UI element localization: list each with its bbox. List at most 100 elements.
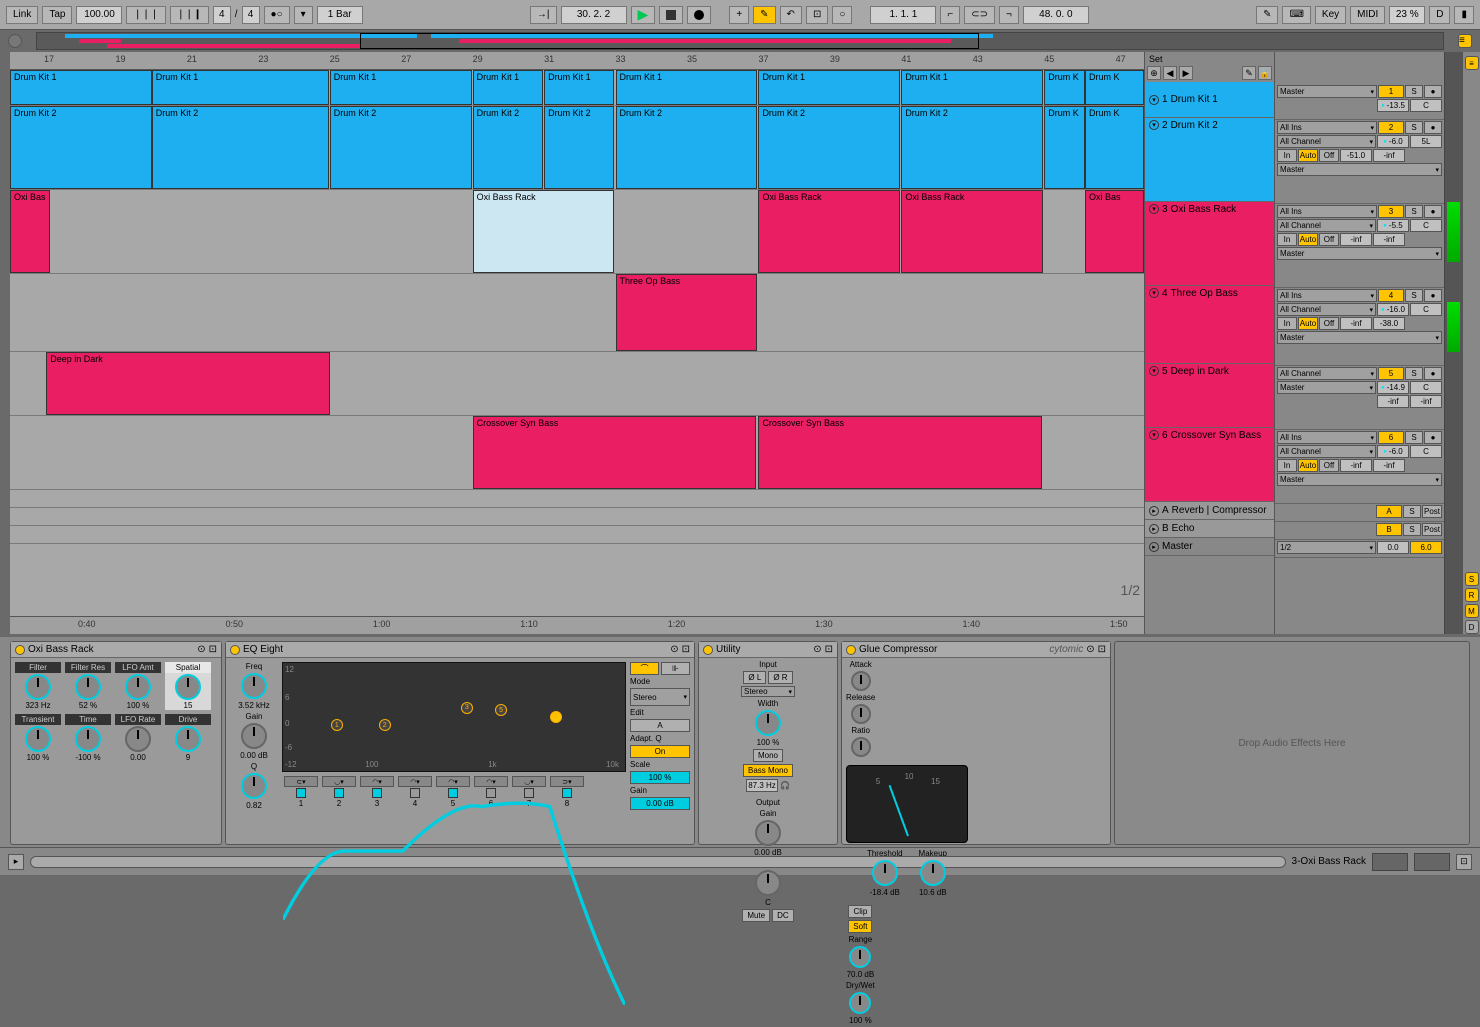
arrangement-overview[interactable] bbox=[36, 32, 1444, 50]
master-track-header[interactable]: ▸ Master bbox=[1145, 538, 1274, 556]
tracks-area[interactable]: Drum Kit 1 Drum Kit 1 Drum Kit 1 Drum Ki… bbox=[10, 70, 1144, 616]
quantize-select[interactable]: 1 Bar bbox=[317, 6, 363, 24]
return-lane-a[interactable] bbox=[10, 490, 1144, 508]
arm-button[interactable]: ● bbox=[1424, 431, 1442, 444]
stop-button[interactable] bbox=[659, 6, 683, 24]
device-save-icon[interactable]: ⊙ bbox=[197, 644, 205, 655]
mixer-toggle-icon[interactable]: M bbox=[1465, 604, 1479, 618]
send-a[interactable]: -inf bbox=[1377, 395, 1409, 408]
clip[interactable]: Drum Kit 2 bbox=[473, 106, 543, 189]
balance-knob[interactable] bbox=[755, 870, 781, 896]
clip[interactable]: Crossover Syn Bass bbox=[473, 416, 757, 489]
time-ruler[interactable]: 0:40 0:50 1:00 1:10 1:20 1:30 1:40 1:50 bbox=[10, 616, 1144, 634]
pan[interactable]: C bbox=[1410, 219, 1442, 232]
computer-keyboard-icon[interactable]: ⌨ bbox=[1282, 6, 1310, 24]
sig-num[interactable]: 4 bbox=[213, 6, 231, 24]
return-activator[interactable]: A bbox=[1376, 505, 1402, 518]
device-save-icon[interactable]: ⊙ bbox=[813, 644, 821, 655]
play-icon[interactable]: ▸ bbox=[1149, 524, 1159, 534]
monitor-auto[interactable]: Auto bbox=[1298, 459, 1318, 472]
track-lane-4[interactable]: Three Op Bass bbox=[10, 274, 1144, 352]
monitor-in[interactable]: In bbox=[1277, 459, 1297, 472]
clip[interactable]: Deep in Dark bbox=[46, 352, 330, 415]
arm-button[interactable]: ● bbox=[1424, 85, 1442, 98]
solo-button[interactable]: S bbox=[1405, 121, 1423, 134]
prev-locator-icon[interactable]: ◀ bbox=[1163, 66, 1177, 80]
output-select[interactable]: Master bbox=[1277, 163, 1442, 176]
session-record-icon[interactable]: ○ bbox=[832, 6, 852, 24]
solo-button[interactable]: S bbox=[1405, 367, 1423, 380]
track-activator[interactable]: 6 bbox=[1378, 431, 1404, 444]
device-on-icon[interactable] bbox=[846, 645, 856, 655]
device-save-icon[interactable]: ⊙ bbox=[670, 644, 678, 655]
loop-toggle-icon[interactable]: ⊂⊃ bbox=[964, 6, 995, 24]
next-locator-icon[interactable]: ▶ bbox=[1179, 66, 1193, 80]
volume[interactable]: -5.5 bbox=[1377, 219, 1409, 232]
track-header-2[interactable]: ▾ 2 Drum Kit 2 bbox=[1145, 118, 1274, 202]
io-toggle-icon[interactable]: ≡ bbox=[1465, 56, 1479, 70]
sends-toggle-icon[interactable]: S bbox=[1465, 572, 1479, 586]
arm-button[interactable]: ● bbox=[1424, 205, 1442, 218]
clip[interactable]: Oxi Bass Rack bbox=[758, 190, 900, 273]
device-hotswap-icon[interactable]: ⊡ bbox=[682, 644, 690, 655]
eq-out-gain[interactable]: 0.00 dB bbox=[630, 797, 690, 810]
key-map[interactable]: Key bbox=[1315, 6, 1346, 24]
play-button[interactable]: ▶ bbox=[631, 6, 656, 24]
clip[interactable]: Crossover Syn Bass bbox=[758, 416, 1042, 489]
clip[interactable]: Drum Kit 1 bbox=[10, 70, 152, 105]
solo-button[interactable]: S bbox=[1405, 85, 1423, 98]
expand-icon[interactable]: ⊡ bbox=[1456, 854, 1472, 870]
return-track-a[interactable]: ▸ A Reverb | Compressor bbox=[1145, 502, 1274, 520]
track-lane-1[interactable]: Drum Kit 1 Drum Kit 1 Drum Kit 1 Drum Ki… bbox=[10, 70, 1144, 106]
automation-arm-icon[interactable]: ✎ bbox=[753, 6, 775, 24]
monitor-off[interactable]: Off bbox=[1319, 459, 1339, 472]
lock-envelopes-icon[interactable]: 🔒 bbox=[1258, 66, 1272, 80]
master-lane[interactable] bbox=[10, 526, 1144, 544]
volume[interactable]: -6.0 bbox=[1377, 135, 1409, 148]
eq-adapt-toggle[interactable]: On bbox=[630, 745, 690, 758]
input-select[interactable]: All Ins bbox=[1277, 121, 1377, 134]
punch-out-icon[interactable]: ¬ bbox=[999, 6, 1019, 24]
track-activator[interactable]: 2 bbox=[1378, 121, 1404, 134]
draw-mode-icon[interactable]: ✎ bbox=[1256, 6, 1278, 24]
makeup-knob[interactable] bbox=[920, 860, 946, 886]
link-toggle[interactable]: Link bbox=[6, 6, 38, 24]
play-icon[interactable]: ▸ bbox=[1149, 542, 1159, 552]
input-select[interactable]: All Ins bbox=[1277, 289, 1377, 302]
cue-out-select[interactable]: 1/2 bbox=[1277, 541, 1376, 554]
macro-knob[interactable] bbox=[175, 674, 201, 700]
macro-knob[interactable] bbox=[75, 674, 101, 700]
macro-knob[interactable] bbox=[125, 726, 151, 752]
device-on-icon[interactable] bbox=[230, 645, 240, 655]
output-select[interactable]: Master bbox=[1277, 473, 1442, 486]
bass-mono-toggle[interactable]: Bass Mono bbox=[743, 764, 793, 777]
phase-l[interactable]: Ø L bbox=[743, 671, 766, 684]
output-select[interactable]: Master bbox=[1277, 331, 1442, 344]
midi-map[interactable]: MIDI bbox=[1350, 6, 1385, 24]
release-knob[interactable] bbox=[851, 704, 871, 724]
loop-start[interactable]: 1. 1. 1 bbox=[870, 6, 936, 24]
return-track-b[interactable]: ▸ B Echo bbox=[1145, 520, 1274, 538]
clip[interactable]: Drum Kit 2 bbox=[152, 106, 329, 189]
track-lane-5[interactable]: Deep in Dark bbox=[10, 352, 1144, 416]
phase-r[interactable]: Ø R bbox=[768, 671, 792, 684]
pan[interactable]: C bbox=[1410, 99, 1442, 112]
drywet-knob[interactable] bbox=[849, 992, 871, 1014]
input-select[interactable]: All Ins bbox=[1277, 431, 1377, 444]
send-b[interactable]: -inf bbox=[1410, 395, 1442, 408]
arm-button[interactable]: ● bbox=[1424, 289, 1442, 302]
pan[interactable]: C bbox=[1410, 445, 1442, 458]
clip[interactable]: Drum K bbox=[1044, 106, 1085, 189]
clip[interactable]: Oxi Bas bbox=[10, 190, 50, 273]
send-b[interactable]: -38.0 bbox=[1373, 317, 1405, 330]
track-activator[interactable]: 5 bbox=[1378, 367, 1404, 380]
macro-knob[interactable] bbox=[125, 674, 151, 700]
clip[interactable]: Drum Kit 1 bbox=[901, 70, 1043, 105]
monitor-auto[interactable]: Auto bbox=[1298, 149, 1318, 162]
horizontal-scroll[interactable] bbox=[30, 856, 1286, 868]
solo-button[interactable]: S bbox=[1405, 289, 1423, 302]
clip[interactable]: Drum Kit 2 bbox=[758, 106, 900, 189]
tap-tempo[interactable]: Tap bbox=[42, 6, 72, 24]
eq-band-5[interactable]: 5 bbox=[495, 704, 507, 716]
device-hotswap-icon[interactable]: ⊡ bbox=[1098, 644, 1106, 655]
